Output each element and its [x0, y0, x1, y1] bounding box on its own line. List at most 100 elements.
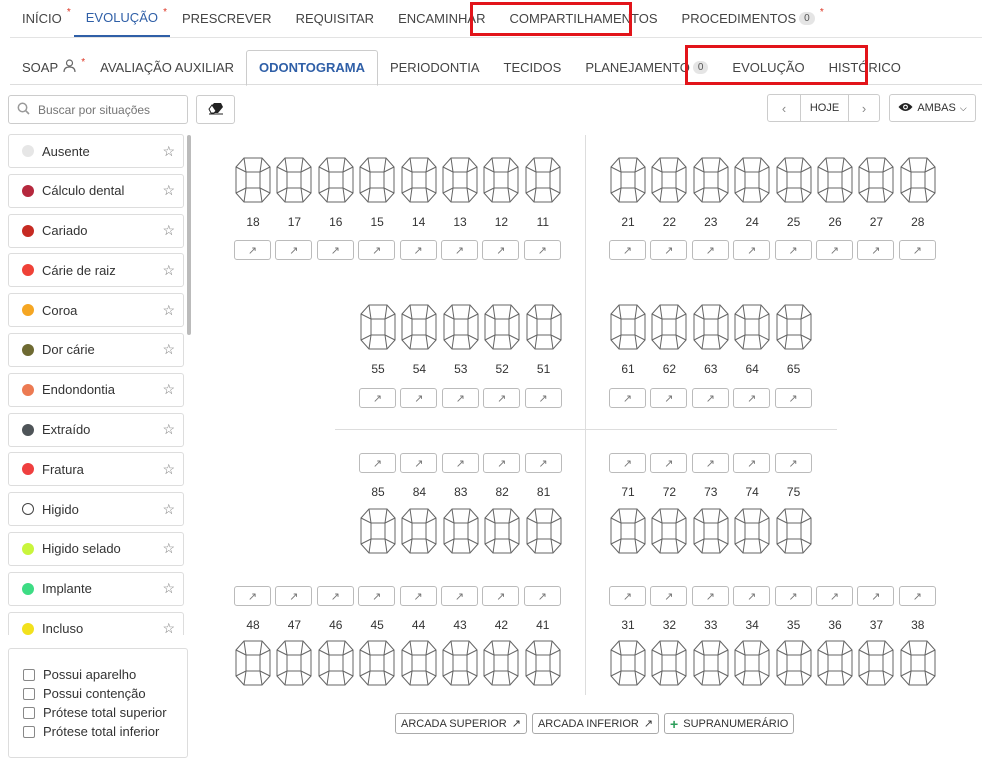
tooth-link-button[interactable]: ↗ — [483, 453, 521, 473]
tooth-link-button[interactable]: ↗ — [609, 240, 646, 260]
tab-periodontia[interactable]: PERIODONTIA — [378, 50, 492, 84]
tooth-51[interactable] — [526, 304, 562, 350]
tooth-71[interactable] — [610, 508, 646, 554]
tooth-18[interactable] — [235, 157, 271, 203]
tooth-link-button[interactable]: ↗ — [650, 388, 688, 408]
tooth-link-button[interactable]: ↗ — [774, 240, 812, 260]
tooth-link-button[interactable]: ↗ — [441, 586, 478, 606]
checkbox-possui-contencao[interactable]: Possui contenção — [23, 684, 187, 703]
tooth-link-button[interactable]: ↗ — [524, 388, 562, 408]
tooth-link-button[interactable]: ↗ — [441, 240, 478, 260]
tooth-link-button[interactable]: ↗ — [234, 240, 271, 260]
arcada-inferior-button[interactable]: ARCADA INFERIOR ↗ — [531, 713, 660, 734]
tooth-link-button[interactable]: ↗ — [650, 240, 688, 260]
tooth-25[interactable] — [776, 157, 812, 203]
star-icon[interactable]: ☆ — [162, 381, 175, 398]
situation-item-incluso[interactable]: Incluso ☆ — [8, 611, 184, 635]
tab-compartilhamentos[interactable]: COMPARTILHAMENTOS — [497, 0, 669, 37]
star-icon[interactable]: ☆ — [162, 461, 175, 478]
tooth-42[interactable] — [483, 640, 519, 686]
tooth-link-button[interactable]: ↗ — [609, 453, 646, 473]
checkbox-box[interactable] — [23, 725, 35, 738]
tooth-41[interactable] — [525, 640, 561, 686]
tooth-link-button[interactable]: ↗ — [358, 586, 396, 606]
tooth-53[interactable] — [443, 304, 479, 350]
situation-item-extraido[interactable]: Extraído ☆ — [8, 412, 184, 447]
tooth-link-button[interactable]: ↗ — [316, 240, 354, 260]
tooth-32[interactable] — [651, 640, 687, 686]
tooth-63[interactable] — [693, 304, 729, 350]
previous-button[interactable]: ‹ — [768, 95, 801, 121]
tooth-link-button[interactable]: ↗ — [898, 586, 936, 606]
tooth-link-button[interactable]: ↗ — [523, 586, 561, 606]
tooth-26[interactable] — [817, 157, 853, 203]
tooth-link-button[interactable]: ↗ — [774, 586, 812, 606]
star-icon[interactable]: ☆ — [162, 143, 175, 160]
situation-item-higido-selado[interactable]: Higido selado ☆ — [8, 531, 184, 566]
tab-tecidos[interactable]: TECIDOS — [492, 50, 574, 84]
star-icon[interactable]: ☆ — [162, 182, 175, 199]
star-icon[interactable]: ☆ — [162, 302, 175, 319]
tooth-link-button[interactable]: ↗ — [316, 586, 354, 606]
tooth-link-button[interactable]: ↗ — [400, 388, 438, 408]
tooth-47[interactable] — [276, 640, 312, 686]
tooth-55[interactable] — [360, 304, 396, 350]
tooth-46[interactable] — [318, 640, 354, 686]
tooth-34[interactable] — [734, 640, 770, 686]
tooth-link-button[interactable]: ↗ — [774, 388, 812, 408]
list-scrollbar[interactable] — [187, 135, 191, 335]
tooth-36[interactable] — [817, 640, 853, 686]
tooth-link-button[interactable]: ↗ — [609, 388, 646, 408]
situation-item-carie-de-raiz[interactable]: Cárie de raiz ☆ — [8, 253, 184, 288]
tab-planejamento[interactable]: PLANEJAMENTO 0 — [573, 50, 720, 84]
tab-historico[interactable]: HISTÓRICO — [817, 50, 913, 84]
tooth-link-button[interactable]: ↗ — [399, 240, 437, 260]
tooth-72[interactable] — [651, 508, 687, 554]
star-icon[interactable]: ☆ — [162, 341, 175, 358]
checkbox-protese-total-superior[interactable]: Prótese total superior — [23, 703, 187, 722]
situation-item-ausente[interactable]: Ausente ☆ — [8, 134, 184, 168]
tooth-73[interactable] — [693, 508, 729, 554]
tooth-link-button[interactable]: ↗ — [275, 586, 313, 606]
tooth-38[interactable] — [900, 640, 936, 686]
tooth-link-button[interactable]: ↗ — [524, 453, 562, 473]
star-icon[interactable]: ☆ — [162, 620, 175, 635]
tooth-link-button[interactable]: ↗ — [523, 240, 561, 260]
tooth-52[interactable] — [484, 304, 520, 350]
tab-inicio[interactable]: INÍCIO * — [10, 0, 74, 37]
tab-soap[interactable]: SOAP * — [10, 50, 88, 84]
tooth-link-button[interactable]: ↗ — [482, 240, 520, 260]
tooth-22[interactable] — [651, 157, 687, 203]
tab-evolucao[interactable]: EVOLUÇÃO * — [73, 0, 170, 37]
tooth-23[interactable] — [693, 157, 729, 203]
star-icon[interactable]: ☆ — [162, 540, 175, 557]
tooth-84[interactable] — [401, 508, 437, 554]
tooth-link-button[interactable]: ↗ — [441, 453, 479, 473]
tooth-17[interactable] — [276, 157, 312, 203]
tooth-link-button[interactable]: ↗ — [733, 388, 771, 408]
tab-evolucao[interactable]: EVOLUÇÃO — [720, 50, 816, 84]
tooth-link-button[interactable]: ↗ — [441, 388, 479, 408]
tooth-11[interactable] — [525, 157, 561, 203]
tooth-link-button[interactable]: ↗ — [816, 240, 853, 260]
tooth-link-button[interactable]: ↗ — [816, 586, 853, 606]
tooth-link-button[interactable]: ↗ — [482, 586, 520, 606]
arcada-superior-button[interactable]: ARCADA SUPERIOR ↗ — [395, 713, 527, 734]
checkbox-box[interactable] — [23, 687, 35, 700]
tab-odontograma[interactable]: ODONTOGRAMA — [246, 49, 378, 86]
view-select[interactable]: AMBAS ⌵ — [889, 94, 976, 122]
star-icon[interactable]: ☆ — [162, 501, 175, 518]
tooth-link-button[interactable]: ↗ — [733, 586, 771, 606]
tooth-link-button[interactable]: ↗ — [691, 240, 729, 260]
tooth-link-button[interactable]: ↗ — [857, 240, 895, 260]
tooth-link-button[interactable]: ↗ — [359, 388, 396, 408]
situation-item-cariado[interactable]: Cariado ☆ — [8, 213, 184, 248]
tooth-15[interactable] — [359, 157, 395, 203]
tooth-21[interactable] — [610, 157, 646, 203]
tooth-link-button[interactable]: ↗ — [399, 586, 437, 606]
tooth-link-button[interactable]: ↗ — [400, 453, 438, 473]
tooth-65[interactable] — [776, 304, 812, 350]
tooth-48[interactable] — [235, 640, 271, 686]
tooth-link-button[interactable]: ↗ — [234, 586, 271, 606]
tooth-35[interactable] — [776, 640, 812, 686]
